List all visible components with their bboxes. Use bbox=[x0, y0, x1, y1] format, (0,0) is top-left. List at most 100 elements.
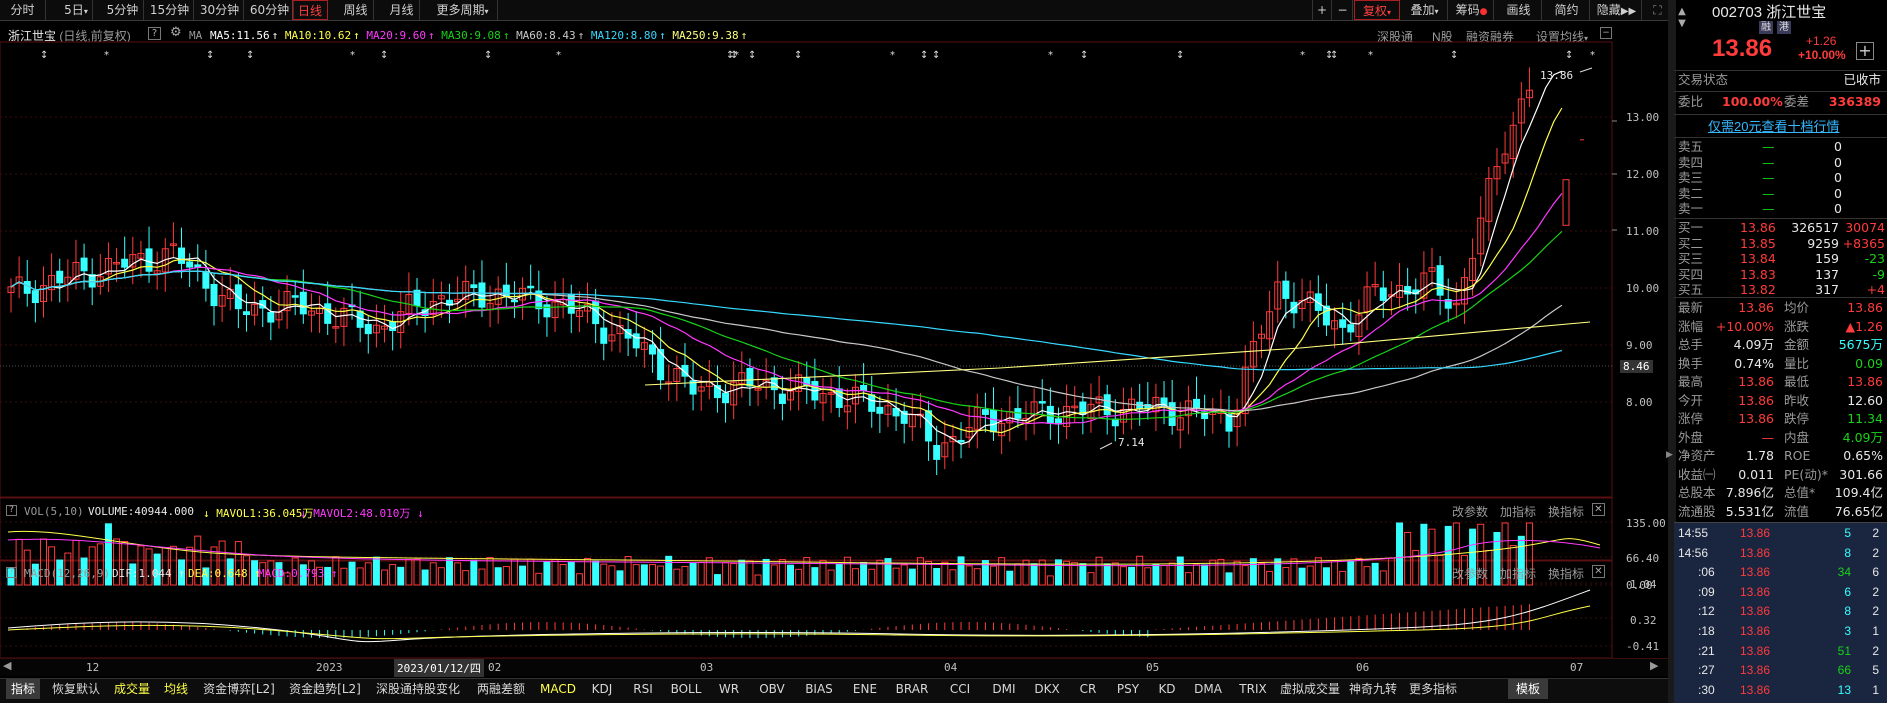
stat-value: 4.09万 bbox=[1733, 337, 1774, 352]
vol-switch-indicator[interactable]: 换指标 bbox=[1548, 503, 1584, 520]
vol-add-indicator[interactable]: 加指标 bbox=[1500, 503, 1536, 520]
indicator-tab-19[interactable]: DKX bbox=[1028, 679, 1066, 699]
stat-value: 13.86 bbox=[1847, 374, 1883, 389]
sell-level-label: 卖三 bbox=[1678, 170, 1704, 185]
volume-bar bbox=[697, 561, 705, 586]
kline-chart[interactable]: ↕ * ↕ ↕ * ↕ ↕ * ↕↕* ↕ ↕ * ↕ ↕ * ↕ ↕ * ↕↕ * ↕ ↕ * bbox=[0, 0, 1674, 703]
down-arrow-icon[interactable]: ▼ bbox=[1674, 18, 1690, 36]
indicator-tab-22[interactable]: KD bbox=[1152, 679, 1182, 699]
indicator-tab-2[interactable]: 成交量 bbox=[112, 679, 152, 699]
add-watchlist-button[interactable]: + bbox=[1856, 42, 1874, 60]
candle-body bbox=[990, 409, 998, 433]
volume-bar bbox=[486, 557, 494, 586]
scroll-right-icon[interactable]: ▶ bbox=[1650, 659, 1658, 672]
indicator-tab-0[interactable]: 指标 bbox=[6, 679, 40, 699]
help-icon[interactable]: ? bbox=[6, 505, 17, 516]
indicator-tab-4[interactable]: 资金博弈[L2] bbox=[200, 679, 278, 699]
indicator-tab-24[interactable]: TRIX bbox=[1234, 679, 1272, 699]
macd-add-indicator[interactable]: 加指标 bbox=[1500, 565, 1536, 582]
panel-toggle-icon[interactable]: ▶ bbox=[1666, 450, 1673, 460]
weibi-label: 委比 bbox=[1678, 94, 1704, 109]
volume-bar bbox=[1274, 558, 1282, 586]
vol-edit-params[interactable]: 改参数 bbox=[1452, 503, 1488, 520]
stat-row: 换手 0.74% 量比 0.09 bbox=[1674, 355, 1887, 373]
close-icon[interactable]: ✕ bbox=[1592, 565, 1605, 578]
indicator-tab-11[interactable]: BOLL bbox=[666, 679, 706, 699]
indicator-tab-21[interactable]: PSY bbox=[1110, 679, 1146, 699]
tick-volume: 51 bbox=[1837, 643, 1851, 658]
event-marker-icon: * bbox=[890, 50, 895, 61]
sell-level-label: 卖四 bbox=[1678, 154, 1704, 170]
volume-bar bbox=[770, 564, 778, 586]
tick-row: :27 13.86 66 5 bbox=[1674, 661, 1887, 680]
candle-body bbox=[632, 333, 640, 349]
volume-bar bbox=[819, 559, 827, 586]
volume-bar bbox=[1014, 563, 1022, 586]
sell-level-label: 卖五 bbox=[1678, 139, 1704, 154]
volume-bar bbox=[445, 557, 453, 586]
divider bbox=[1674, 91, 1887, 92]
candle-body bbox=[860, 384, 868, 392]
candle-body bbox=[1282, 280, 1290, 299]
indicator-tab-13[interactable]: OBV bbox=[752, 679, 792, 699]
ten-level-promo-link[interactable]: 仅需20元查看十档行情 bbox=[1708, 116, 1839, 135]
scroll-left-icon[interactable]: ◀ bbox=[3, 659, 11, 672]
indicator-tab-5[interactable]: 资金趋势[L2] bbox=[284, 679, 366, 699]
indicator-tab-20[interactable]: CR bbox=[1072, 679, 1104, 699]
volume-bar bbox=[787, 564, 795, 586]
event-marker-icon: ↕ bbox=[1450, 50, 1458, 61]
indicator-tab-10[interactable]: RSI bbox=[626, 679, 660, 699]
volume-bar bbox=[1363, 566, 1371, 586]
candle-body bbox=[1111, 418, 1119, 427]
indicator-tab-18[interactable]: DMI bbox=[986, 679, 1022, 699]
indicator-tab-17[interactable]: CCI bbox=[940, 679, 980, 699]
indicator-tab-9[interactable]: KDJ bbox=[584, 679, 620, 699]
stat-value: 1.78 bbox=[1746, 448, 1774, 463]
indicator-tab-12[interactable]: WR bbox=[712, 679, 746, 699]
sell-level-label: 卖二 bbox=[1678, 185, 1704, 201]
stat-value: 13.86 bbox=[1738, 374, 1774, 389]
indicator-tab-8[interactable]: MACD bbox=[538, 679, 578, 699]
indicator-tab-3[interactable]: 均线 bbox=[158, 679, 194, 699]
volume-bar bbox=[1225, 572, 1233, 586]
indicator-tab-6[interactable]: 深股通持股变化 bbox=[372, 679, 464, 699]
candle-body bbox=[1339, 319, 1347, 328]
volume-bar bbox=[1063, 560, 1071, 586]
volume-bar bbox=[998, 557, 1006, 586]
indicator-tab-14[interactable]: BIAS bbox=[798, 679, 840, 699]
indicator-tab-28[interactable]: 模板 bbox=[1508, 679, 1548, 699]
volume-bar bbox=[941, 561, 949, 586]
volume-bar bbox=[1331, 560, 1339, 586]
indicator-tab-1[interactable]: 恢复默认 bbox=[46, 679, 106, 699]
volume-bar bbox=[900, 564, 908, 586]
indicator-tab-26[interactable]: 神奇九转 bbox=[1348, 679, 1398, 699]
stat-row: 外盘 — 内盘 4.09万 bbox=[1674, 429, 1887, 447]
macd-switch-indicator[interactable]: 换指标 bbox=[1548, 565, 1584, 582]
close-icon[interactable]: ✕ bbox=[1592, 503, 1605, 516]
event-marker-icon: ↕ bbox=[748, 50, 756, 61]
volume-bar bbox=[1168, 562, 1176, 586]
buy-volume: 159 bbox=[1815, 251, 1839, 266]
stat-label: 跌停 bbox=[1784, 411, 1810, 426]
sell-row: 卖二 — 0 bbox=[1674, 186, 1887, 201]
buy-level-label: 买二 bbox=[1678, 235, 1704, 251]
indicator-tab-25[interactable]: 虚拟成交量 bbox=[1278, 679, 1342, 699]
indicator-tab-16[interactable]: BRAR bbox=[890, 679, 934, 699]
indicator-tab-23[interactable]: DMA bbox=[1188, 679, 1228, 699]
buy-price: 13.83 bbox=[1740, 266, 1776, 282]
macd-edit-params[interactable]: 改参数 bbox=[1452, 565, 1488, 582]
dea-line bbox=[7, 605, 1591, 640]
indicator-tab-7[interactable]: 两融差额 bbox=[470, 679, 532, 699]
stat-label: 流通股 bbox=[1678, 503, 1716, 519]
sell-row: 卖三 — 0 bbox=[1674, 170, 1887, 185]
margin-tag: 融 bbox=[1759, 21, 1773, 34]
volume-bar bbox=[1119, 566, 1127, 586]
indicator-tab-15[interactable]: ENE bbox=[846, 679, 884, 699]
indicator-tab-27[interactable]: 更多指标 bbox=[1404, 679, 1462, 699]
help-icon[interactable]: ? bbox=[6, 567, 17, 578]
date-tick: 05 bbox=[1146, 661, 1160, 674]
dif-value: DIF:1.044 ↑ bbox=[112, 567, 185, 580]
date-axis bbox=[0, 658, 1674, 676]
weicha-label: 委差 bbox=[1784, 94, 1810, 109]
volume-bar bbox=[933, 568, 941, 586]
